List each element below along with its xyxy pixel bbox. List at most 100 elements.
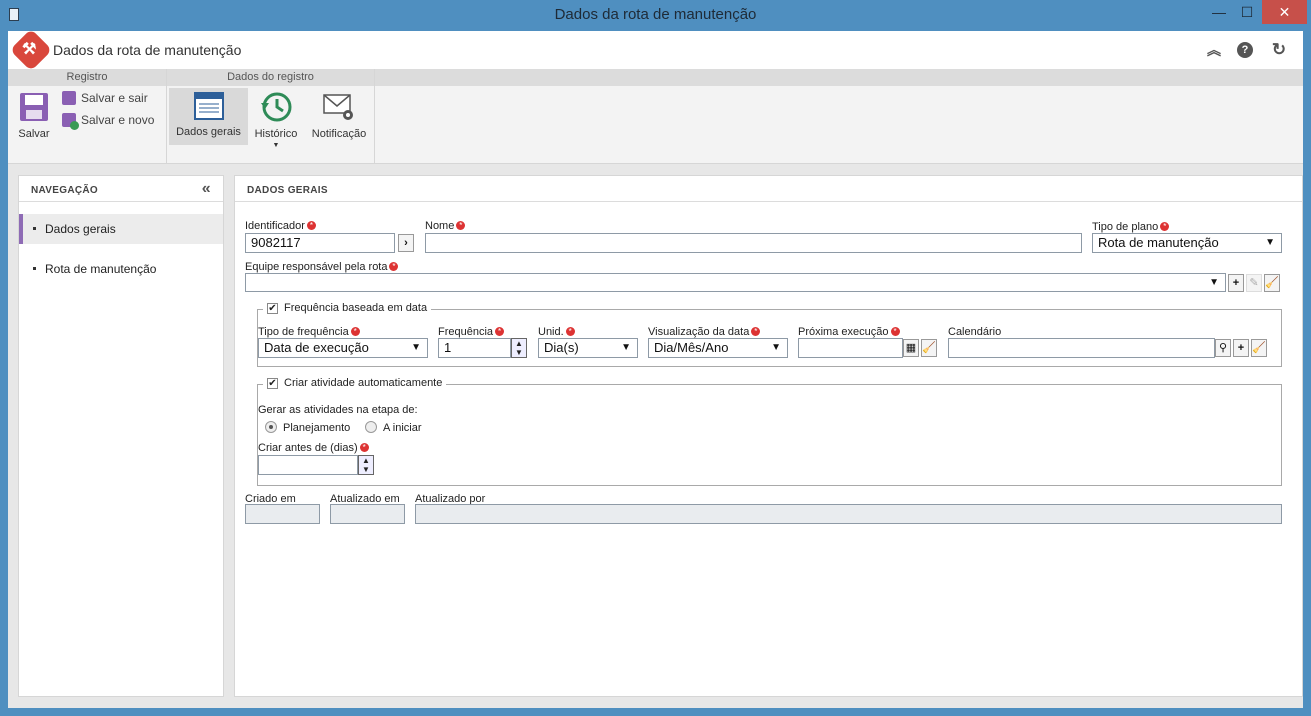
- general-data-panel: DADOS GERAIS Identificador * 9082117 › No…: [234, 175, 1303, 697]
- identifier-input[interactable]: 9082117: [245, 233, 395, 253]
- history-label: Histórico: [254, 128, 298, 140]
- team-select[interactable]: ▼: [245, 273, 1226, 292]
- ribbon-group-title: Dados do registro: [167, 69, 374, 86]
- save-exit-button[interactable]: Salvar e sair: [62, 91, 148, 105]
- date-view-label: Visualização da data *: [648, 326, 761, 338]
- window-title: Dados da rota de manutenção: [554, 6, 757, 23]
- collapse-up-icon[interactable]: ︽: [1205, 41, 1223, 59]
- edit-team-button[interactable]: ✎: [1246, 274, 1262, 292]
- unit-label: Unid. *: [538, 326, 575, 338]
- radio-selected-icon: [265, 421, 277, 433]
- general-data-button[interactable]: Dados gerais: [169, 88, 248, 145]
- radio-to-start[interactable]: A iniciar: [365, 421, 422, 434]
- bullet-icon: [33, 227, 36, 230]
- dropdown-arrow-icon: ▼: [272, 142, 280, 149]
- search-calendar-button[interactable]: ⚲: [1215, 339, 1231, 357]
- chevron-down-icon: ▼: [1209, 277, 1219, 288]
- add-calendar-button[interactable]: +: [1233, 339, 1249, 357]
- next-exec-input[interactable]: [798, 338, 903, 358]
- save-icon: [20, 93, 48, 121]
- identifier-label: Identificador *: [245, 220, 316, 232]
- unit-select[interactable]: Dia(s) ▼: [538, 338, 638, 358]
- navigation-title: NAVEGAÇÃO «: [19, 176, 223, 202]
- frequency-input[interactable]: 1: [438, 338, 511, 358]
- radio-planning[interactable]: Planejamento: [265, 421, 350, 434]
- nav-item-label: Rota de manutenção: [45, 262, 157, 276]
- bullet-icon: [33, 267, 36, 270]
- app-header: ⚒ Dados da rota de manutenção ︽ ? ↻: [8, 28, 1303, 72]
- updated-by-input: [415, 504, 1282, 524]
- hammer-icon: ⚒: [22, 41, 37, 58]
- save-new-icon: [62, 113, 79, 130]
- refresh-icon[interactable]: ↻: [1270, 41, 1288, 59]
- activity-legend[interactable]: ✔ Criar atividade automaticamente: [263, 377, 447, 389]
- add-team-button[interactable]: +: [1228, 274, 1244, 292]
- team-label: Equipe responsável pela rota *: [245, 261, 399, 273]
- nav-item-label: Dados gerais: [45, 222, 116, 236]
- frequency-spinner[interactable]: ▲ ▼: [511, 338, 527, 358]
- clear-date-button[interactable]: 🧹: [921, 339, 937, 357]
- save-new-button[interactable]: Salvar e novo: [62, 113, 155, 130]
- calendar-input[interactable]: [948, 338, 1215, 358]
- activity-fieldset: [257, 384, 1282, 486]
- envelope-gear-icon: [323, 94, 353, 120]
- plan-type-select[interactable]: Rota de manutenção ▼: [1092, 233, 1282, 253]
- panel-title: DADOS GERAIS: [235, 176, 1302, 202]
- frequency-label: Frequência *: [438, 326, 505, 338]
- frequency-legend[interactable]: ✔ Frequência baseada em data: [263, 302, 432, 314]
- updated-input: [330, 504, 405, 524]
- required-icon: *: [565, 327, 575, 336]
- help-icon[interactable]: ?: [1237, 42, 1253, 58]
- content-area: NAVEGAÇÃO « Dados gerais Rota de manuten…: [8, 164, 1303, 708]
- save-new-label: Salvar e novo: [81, 113, 155, 127]
- window-titlebar: Dados da rota de manutenção — ☐ ✕: [0, 0, 1311, 31]
- chevron-down-icon: ▼: [621, 342, 631, 353]
- close-button[interactable]: ✕: [1262, 0, 1307, 24]
- required-icon: *: [389, 262, 399, 271]
- required-icon: *: [350, 327, 360, 336]
- days-before-label: Criar antes de (dias) *: [258, 442, 369, 454]
- required-icon: *: [1160, 222, 1170, 231]
- required-icon: *: [751, 327, 761, 336]
- required-icon: *: [456, 221, 466, 230]
- required-icon: *: [495, 327, 505, 336]
- days-before-spinner[interactable]: ▲ ▼: [358, 455, 374, 475]
- next-exec-label: Próxima execução *: [798, 326, 900, 338]
- date-view-select[interactable]: Dia/Mês/Ano ▼: [648, 338, 788, 358]
- freq-type-label: Tipo de frequência *: [258, 326, 360, 338]
- app-title: Dados da rota de manutenção: [53, 42, 242, 58]
- clear-calendar-button[interactable]: 🧹: [1251, 339, 1267, 357]
- history-button[interactable]: Histórico ▼: [251, 91, 301, 149]
- generate-stage-label: Gerar as atividades na etapa de:: [258, 404, 418, 416]
- minimize-button[interactable]: —: [1206, 0, 1232, 24]
- save-label: Salvar: [18, 128, 50, 140]
- history-icon: [261, 92, 292, 122]
- collapse-left-icon[interactable]: «: [202, 180, 211, 198]
- activity-checkbox: ✔: [267, 377, 278, 389]
- chevron-down-icon: ▼: [411, 342, 421, 353]
- nav-item-general-data[interactable]: Dados gerais: [19, 214, 223, 244]
- calendar-label: Calendário: [948, 326, 1002, 338]
- save-exit-icon: [62, 91, 76, 105]
- required-icon: *: [359, 443, 369, 452]
- chevron-down-icon: ▼: [771, 342, 781, 353]
- save-button[interactable]: Salvar: [12, 91, 56, 140]
- ribbon-group-dados: Dados do registro Dados gerais Histórico…: [167, 69, 375, 163]
- freq-type-select[interactable]: Data de execução ▼: [258, 338, 428, 358]
- save-exit-label: Salvar e sair: [81, 91, 148, 105]
- nav-item-maintenance-route[interactable]: Rota de manutenção: [19, 254, 223, 284]
- form-icon: [193, 92, 224, 120]
- next-arrow-button[interactable]: ›: [398, 234, 414, 252]
- notification-button[interactable]: Notificação: [309, 91, 369, 140]
- created-input: [245, 504, 320, 524]
- days-before-input[interactable]: [258, 455, 358, 475]
- maximize-button[interactable]: ☐: [1234, 0, 1260, 24]
- ribbon-toolbar: Registro Salvar Salvar e sair Salvar e n…: [8, 69, 1303, 164]
- clear-team-button[interactable]: 🧹: [1264, 274, 1280, 292]
- required-icon: *: [890, 327, 900, 336]
- plan-type-label: Tipo de plano *: [1092, 221, 1170, 233]
- ribbon-group-title: Registro: [8, 69, 166, 86]
- notification-label: Notificação: [311, 128, 367, 140]
- calendar-picker-button[interactable]: ▦: [903, 339, 919, 357]
- name-input[interactable]: [425, 233, 1082, 253]
